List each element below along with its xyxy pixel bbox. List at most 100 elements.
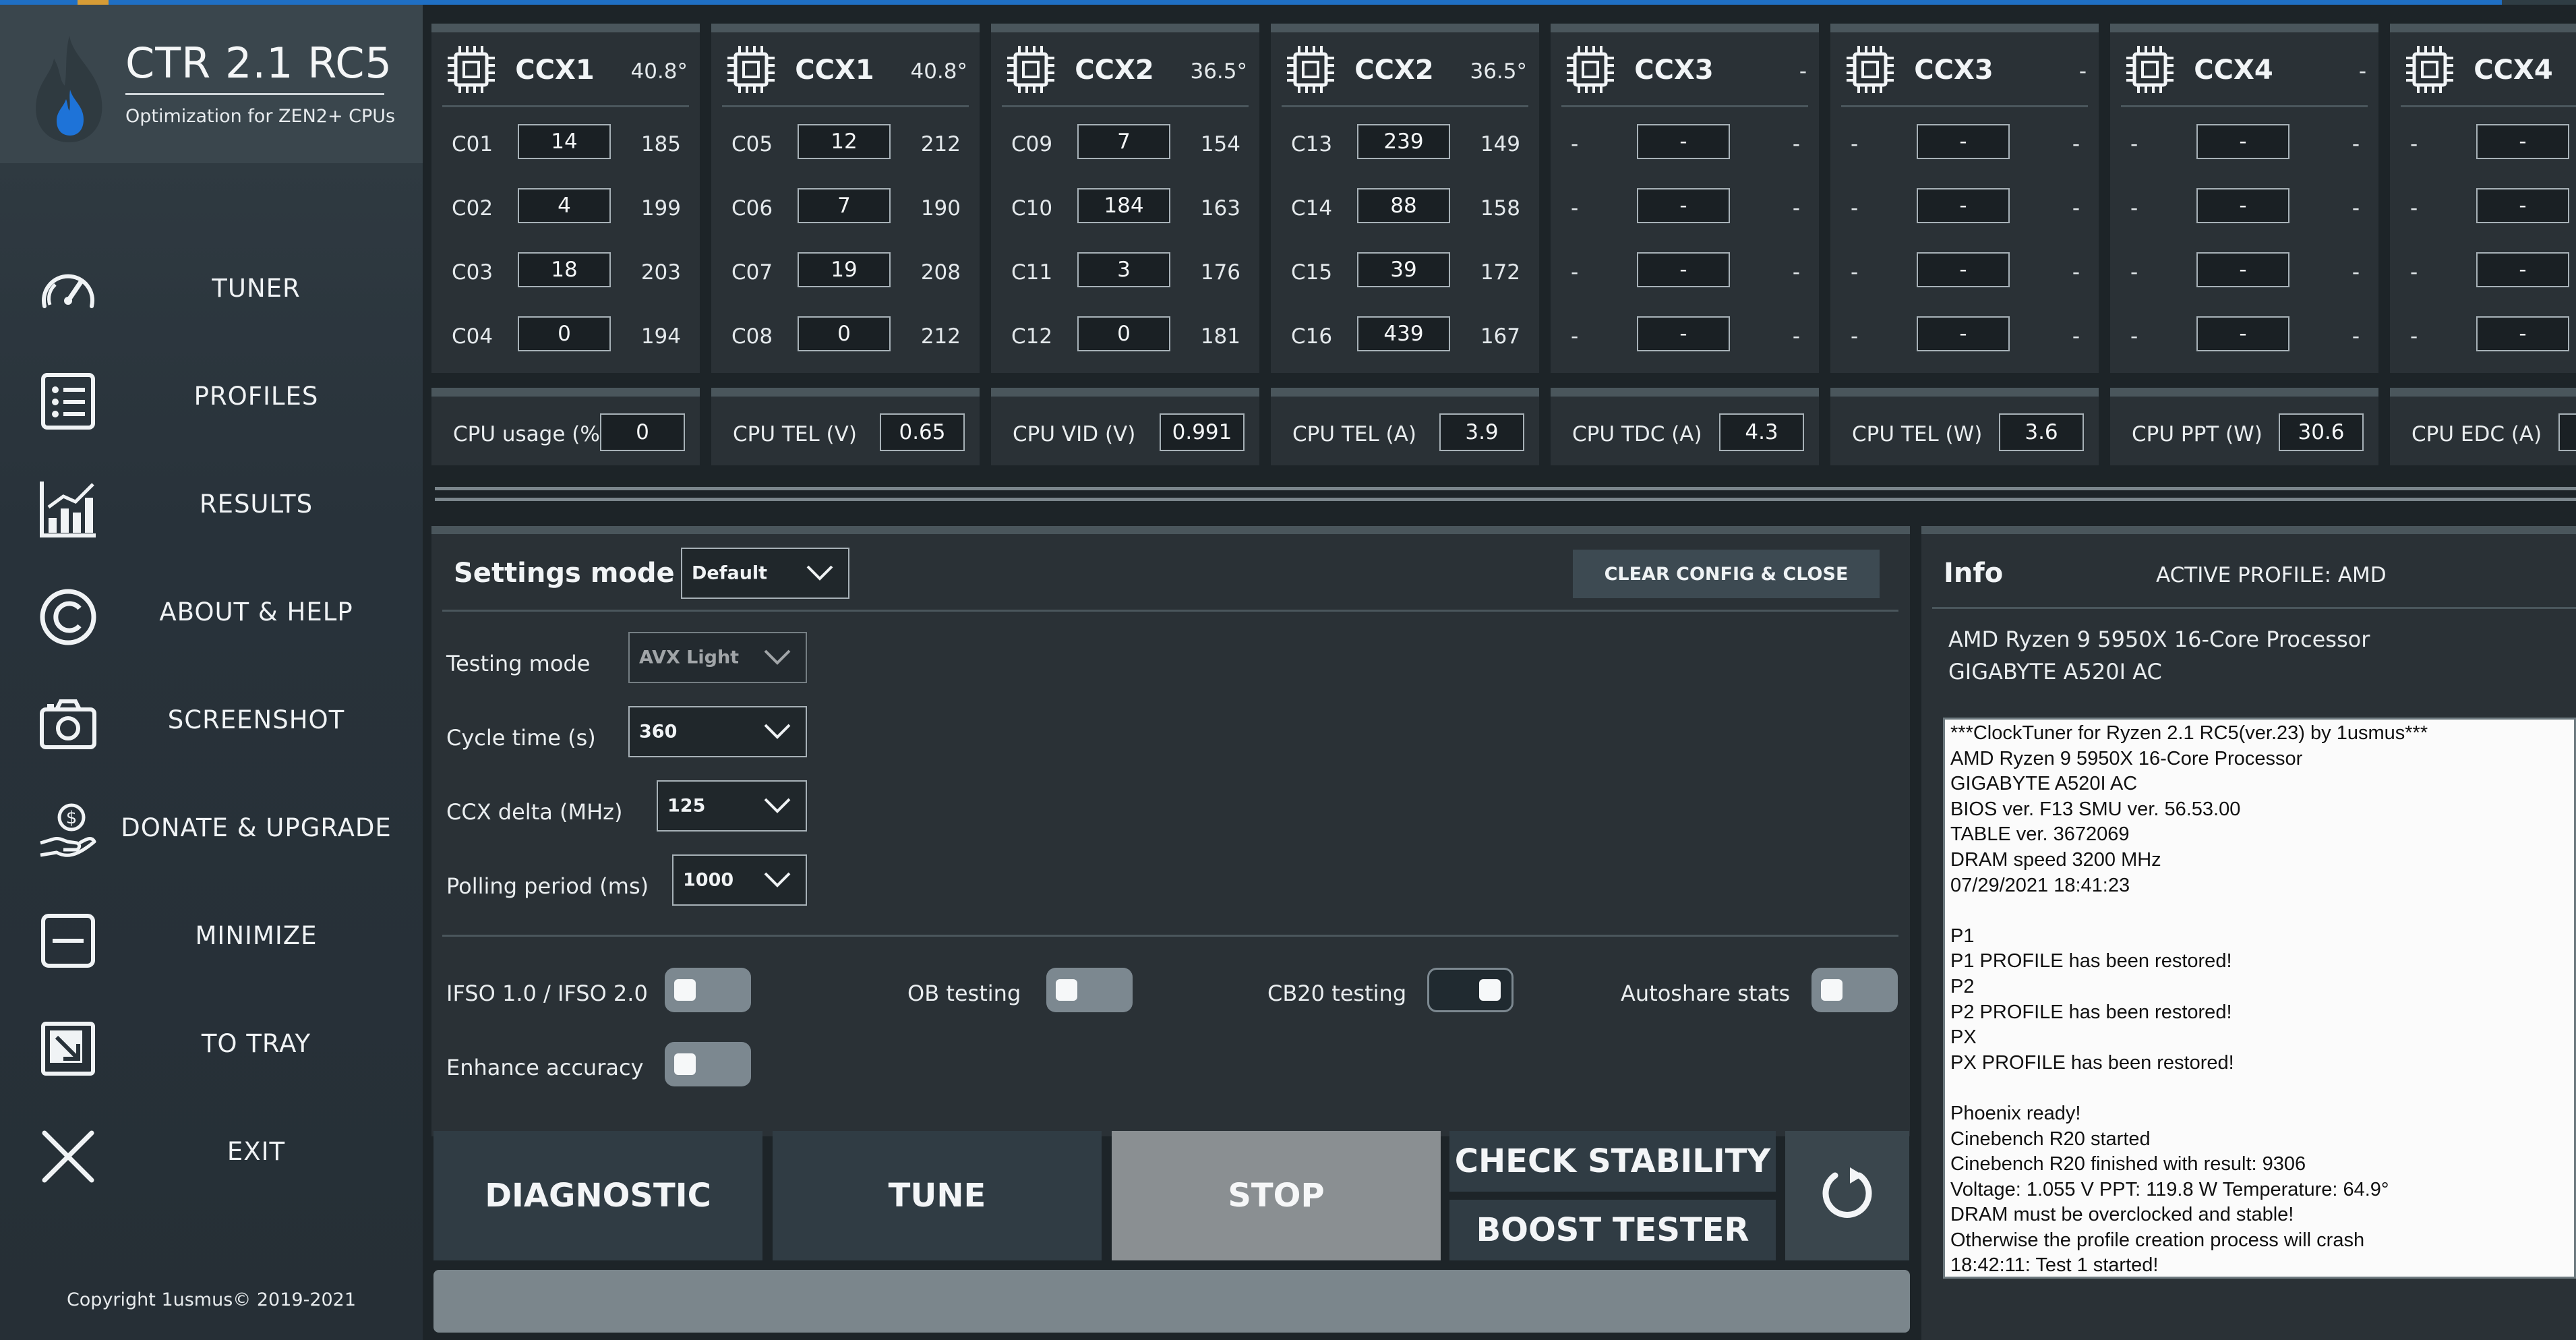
- core-value-field[interactable]: 88: [1357, 188, 1450, 223]
- core-value-field[interactable]: 4: [518, 188, 611, 223]
- copyright-text: Copyright 1usmus© 2019-2021: [66, 1289, 357, 1310]
- core-value-field[interactable]: -: [1917, 252, 2010, 287]
- ccx-name: CCX4: [2194, 55, 2273, 86]
- core-value-field[interactable]: -: [2476, 316, 2569, 351]
- core-frequency: -: [1792, 324, 1800, 349]
- core-row: C11 3 176: [991, 247, 1259, 301]
- log-line: P1 PROFILE has been restored!: [1950, 950, 2232, 972]
- core-value-field[interactable]: 39: [1357, 252, 1450, 287]
- core-frequency: 163: [1200, 196, 1240, 221]
- nav-minimize[interactable]: MINIMIZE: [0, 890, 423, 985]
- log-line: Cinebench R20 finished with result: 9306: [1950, 1153, 2306, 1175]
- boost-tester-button[interactable]: BOOST TESTER: [1449, 1200, 1776, 1260]
- list-icon: [41, 373, 95, 430]
- core-value-field[interactable]: -: [2476, 124, 2569, 159]
- metric-label: CPU usage (%): [453, 422, 608, 446]
- cpu-chip-icon: [2125, 45, 2175, 94]
- core-id: -: [2410, 196, 2418, 221]
- core-value-field[interactable]: -: [1917, 188, 2010, 223]
- metric-panel: CPU TDC (A) 4.3: [1551, 388, 1819, 465]
- title-underline: [125, 93, 384, 95]
- nav-tuner[interactable]: TUNER: [0, 243, 423, 337]
- ccx-panel: CCX2 36.5° C09 7 154 C10 184 163 C11 3 1…: [991, 24, 1259, 373]
- core-row: - -: [2390, 247, 2576, 301]
- core-value-field[interactable]: 184: [1077, 188, 1170, 223]
- cb20-testing-toggle[interactable]: [1427, 968, 1514, 1012]
- app-logo-area: CTR 2.1 RC5 Optimization for ZEN2+ CPUs: [0, 5, 423, 163]
- core-value-field[interactable]: -: [2196, 124, 2289, 159]
- core-value-field[interactable]: -: [2196, 188, 2289, 223]
- core-id: -: [1571, 324, 1579, 349]
- core-value-field[interactable]: -: [2196, 316, 2289, 351]
- log-textarea[interactable]: ***ClockTuner for Ryzen 2.1 RC5(ver.23) …: [1943, 718, 2576, 1279]
- core-value-field[interactable]: -: [2476, 188, 2569, 223]
- ifso-toggle[interactable]: [665, 968, 751, 1012]
- core-row: C16 439 167: [1271, 311, 1539, 365]
- clear-config-close-button[interactable]: CLEAR CONFIG & CLOSE: [1573, 550, 1880, 598]
- core-value-field[interactable]: 12: [798, 124, 891, 159]
- core-value-field[interactable]: 18: [518, 252, 611, 287]
- nav-donate-upgrade[interactable]: $ DONATE & UPGRADE: [0, 782, 423, 877]
- cycle-time-dropdown[interactable]: 360: [628, 706, 807, 757]
- tune-button[interactable]: TUNE: [773, 1131, 1102, 1260]
- core-frequency: -: [2072, 132, 2080, 156]
- core-id: C06: [731, 196, 773, 221]
- check-stability-button[interactable]: CHECK STABILITY: [1449, 1131, 1776, 1192]
- ccx-panel: CCX1 40.8° C05 12 212 C06 7 190 C07 19 2…: [711, 24, 980, 373]
- testing-mode-dropdown[interactable]: AVX Light: [628, 632, 807, 683]
- refresh-button[interactable]: [1785, 1131, 1909, 1260]
- dropdown-value: 125: [667, 795, 706, 817]
- diagnostic-button[interactable]: DIAGNOSTIC: [433, 1131, 762, 1260]
- polling-period-dropdown[interactable]: 1000: [672, 854, 807, 906]
- nav-to-tray[interactable]: TO TRAY: [0, 998, 423, 1093]
- separator-line: [435, 498, 2576, 501]
- enhance-accuracy-toggle[interactable]: [665, 1042, 751, 1086]
- stop-button[interactable]: STOP: [1112, 1131, 1441, 1260]
- core-value-field[interactable]: -: [1637, 124, 1730, 159]
- core-frequency: -: [2352, 324, 2360, 349]
- core-id: C14: [1291, 196, 1333, 221]
- nav-profiles[interactable]: PROFILES: [0, 351, 423, 445]
- core-value-field[interactable]: 7: [798, 188, 891, 223]
- core-value-field[interactable]: -: [1637, 188, 1730, 223]
- nav-results[interactable]: RESULTS: [0, 459, 423, 553]
- core-value-field[interactable]: 239: [1357, 124, 1450, 159]
- core-value-field[interactable]: -: [1637, 252, 1730, 287]
- core-value-field[interactable]: 7: [1077, 124, 1170, 159]
- core-value-field[interactable]: -: [1917, 316, 2010, 351]
- nav-exit[interactable]: EXIT: [0, 1106, 423, 1200]
- core-value-field[interactable]: -: [1637, 316, 1730, 351]
- core-value-field[interactable]: -: [1917, 124, 2010, 159]
- core-row: C09 7 154: [991, 119, 1259, 173]
- core-row: C04 0 194: [431, 311, 700, 365]
- core-frequency: -: [2352, 196, 2360, 221]
- core-value-field[interactable]: 14: [518, 124, 611, 159]
- settings-mode-dropdown[interactable]: Default: [681, 548, 849, 599]
- ob-testing-toggle[interactable]: [1046, 968, 1133, 1012]
- minimize-icon: [41, 914, 95, 968]
- core-value-field[interactable]: 19: [798, 252, 891, 287]
- core-value-field[interactable]: 0: [518, 316, 611, 351]
- nav-screenshot[interactable]: SCREENSHOT: [0, 674, 423, 769]
- ccx-delta-dropdown[interactable]: 125: [657, 780, 807, 832]
- ccx-name: CCX4: [2474, 55, 2553, 86]
- core-value-field[interactable]: 439: [1357, 316, 1450, 351]
- core-row: C01 14 185: [431, 119, 700, 173]
- metric-value-field: [2558, 413, 2576, 451]
- nav-about-help[interactable]: ABOUT & HELP: [0, 566, 423, 661]
- core-value-field[interactable]: 0: [1077, 316, 1170, 351]
- core-row: - - -: [2110, 183, 2378, 237]
- ccx-temperature: 36.5°: [1470, 59, 1527, 84]
- core-value-field[interactable]: 3: [1077, 252, 1170, 287]
- core-frequency: 212: [920, 132, 961, 156]
- metric-label: CPU EDC (A): [2412, 422, 2542, 446]
- core-row: - - -: [1830, 119, 2099, 173]
- core-value-field[interactable]: -: [2476, 252, 2569, 287]
- nav-label: MINIMIZE: [195, 921, 318, 950]
- core-value-field[interactable]: -: [2196, 252, 2289, 287]
- core-value-field[interactable]: 0: [798, 316, 891, 351]
- core-id: C08: [731, 324, 773, 349]
- ccx-divider: [442, 105, 689, 107]
- autoshare-stats-toggle[interactable]: [1811, 968, 1898, 1012]
- cycle-time-label: Cycle time (s): [446, 725, 596, 751]
